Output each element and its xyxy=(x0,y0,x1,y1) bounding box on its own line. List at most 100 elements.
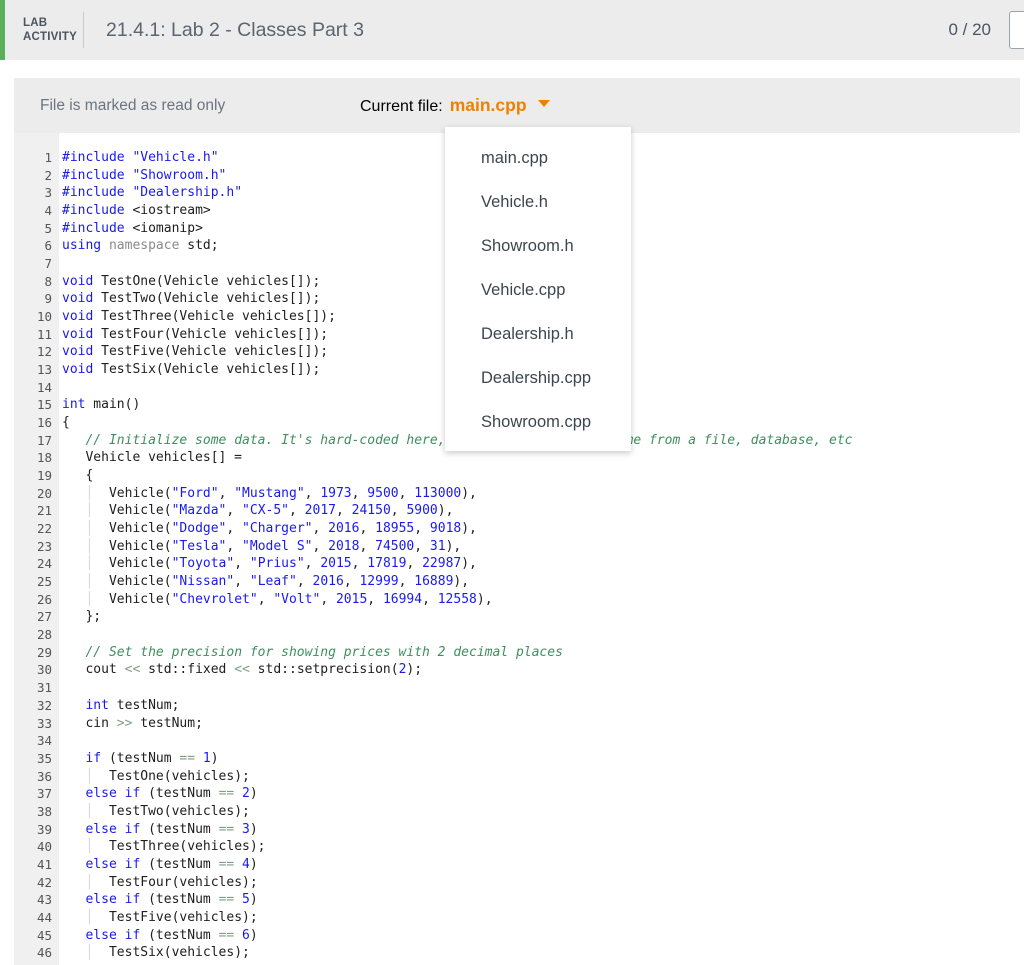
line-number: 3 xyxy=(44,185,52,201)
line-content: │ TestOne(vehicles); xyxy=(85,768,250,784)
line-content: else if (testNum == 2) xyxy=(85,786,258,802)
line-content: else if (testNum == 3) xyxy=(85,821,258,837)
line-content: void TestSix(Vehicle vehicles[]); xyxy=(62,362,321,378)
code-line: 38 │ TestTwo(vehicles); xyxy=(14,803,1020,821)
line-number: 34 xyxy=(36,733,52,749)
line-number: 29 xyxy=(36,644,52,660)
line-number: 22 xyxy=(36,521,52,537)
line-number: 26 xyxy=(36,591,52,607)
line-number: 24 xyxy=(36,556,52,572)
line-content: void TestTwo(Vehicle vehicles[]); xyxy=(62,291,321,307)
line-number: 35 xyxy=(36,750,52,766)
code-line: 29 // Set the precision for showing pric… xyxy=(14,644,1020,662)
line-number: 40 xyxy=(36,839,52,855)
code-line: 36 │ TestOne(vehicles); xyxy=(14,768,1020,786)
dropdown-item-showroom-h[interactable]: Showroom.h xyxy=(445,224,631,268)
line-number: 31 xyxy=(36,680,52,696)
dropdown-item-showroom-cpp[interactable]: Showroom.cpp xyxy=(445,400,631,444)
line-content: │ TestTwo(vehicles); xyxy=(85,803,250,819)
editor-toolbar: File is marked as read only Current file… xyxy=(14,78,1020,133)
code-line: 44 │ TestFive(vehicles); xyxy=(14,909,1020,927)
line-number: 32 xyxy=(36,697,52,713)
lab-badge-line-2: ACTIVITY xyxy=(23,31,77,43)
line-number: 21 xyxy=(36,503,52,519)
line-content: int testNum; xyxy=(85,697,180,713)
line-number: 5 xyxy=(44,220,52,236)
code-line: 45 else if (testNum == 6) xyxy=(14,927,1020,945)
dropdown-item-main-cpp[interactable]: main.cpp xyxy=(445,136,631,180)
line-content: │ Vehicle("Chevrolet", "Volt", 2015, 169… xyxy=(85,591,493,607)
line-content: { xyxy=(62,415,70,431)
line-number: 42 xyxy=(36,874,52,890)
lab-activity-header: LAB ACTIVITY 21.4.1: Lab 2 - Classes Par… xyxy=(0,0,1024,60)
current-file-name: main.cpp xyxy=(449,95,527,115)
line-number: 8 xyxy=(44,273,52,289)
dropdown-item-vehicle-cpp[interactable]: Vehicle.cpp xyxy=(445,268,631,312)
line-content: Vehicle vehicles[] = xyxy=(62,450,243,466)
line-number: 12 xyxy=(36,344,52,360)
lab-badge-line-1: LAB xyxy=(23,17,48,29)
code-line: 34 xyxy=(14,732,1020,750)
code-line: 21 │ Vehicle("Mazda", "CX-5", 2017, 2415… xyxy=(14,502,1020,520)
code-line: 46 │ TestSix(vehicles); xyxy=(14,944,1020,962)
header-action-button[interactable] xyxy=(1009,11,1024,49)
line-content: │ TestThree(vehicles); xyxy=(85,839,266,855)
code-line: 23 │ Vehicle("Tesla", "Model S", 2018, 7… xyxy=(14,538,1020,556)
line-number: 9 xyxy=(44,291,52,307)
code-line: 22 │ Vehicle("Dodge", "Charger", 2016, 1… xyxy=(14,520,1020,538)
dropdown-item-dealership-h[interactable]: Dealership.h xyxy=(445,312,631,356)
line-number: 11 xyxy=(36,326,52,342)
line-content: // Set the precision for showing prices … xyxy=(85,644,563,660)
code-line: 24 │ Vehicle("Toyota", "Prius", 2015, 17… xyxy=(14,555,1020,573)
code-line: 35 if (testNum == 1) xyxy=(14,750,1020,768)
line-number: 27 xyxy=(36,609,52,625)
dropdown-item-vehicle-h[interactable]: Vehicle.h xyxy=(445,180,631,224)
code-line: 39 else if (testNum == 3) xyxy=(14,821,1020,839)
line-content: cin >> testNum; xyxy=(62,715,203,731)
line-number: 1 xyxy=(44,150,52,165)
page-title: 21.4.1: Lab 2 - Classes Part 3 xyxy=(106,18,364,41)
code-line: 31 xyxy=(14,679,1020,697)
line-content: │ TestFour(vehicles); xyxy=(85,874,258,890)
lab-activity-badge: LAB ACTIVITY xyxy=(5,16,83,44)
line-content: │ Vehicle("Toyota", "Prius", 2015, 17819… xyxy=(85,556,477,572)
code-line: 37 else if (testNum == 2) xyxy=(14,785,1020,803)
line-content: using namespace std; xyxy=(62,238,219,254)
line-content: { xyxy=(62,468,94,484)
code-line: 33 cin >> testNum; xyxy=(14,715,1020,733)
line-number: 43 xyxy=(36,892,52,908)
line-number: 46 xyxy=(36,945,52,961)
code-line: 27 }; xyxy=(14,608,1020,626)
line-content: #include <iomanip> xyxy=(62,220,203,236)
line-number: 20 xyxy=(36,485,52,501)
line-number: 6 xyxy=(44,238,52,254)
code-line: 42 │ TestFour(vehicles); xyxy=(14,874,1020,892)
line-content: │ TestSix(vehicles); xyxy=(85,945,250,961)
line-number: 28 xyxy=(36,627,52,643)
line-content: │ Vehicle("Mazda", "CX-5", 2017, 24150, … xyxy=(85,503,454,519)
code-editor-panel: File is marked as read only Current file… xyxy=(14,78,1020,965)
file-dropdown-menu[interactable]: main.cpp Vehicle.h Showroom.h Vehicle.cpp De… xyxy=(445,127,631,451)
dropdown-item-dealership-cpp[interactable]: Dealership.cpp xyxy=(445,356,631,400)
line-number: 41 xyxy=(36,856,52,872)
line-content: │ Vehicle("Nissan", "Leaf", 2016, 12999,… xyxy=(85,574,470,590)
line-content: cout << std::fixed << std::setprecision(… xyxy=(62,662,423,678)
code-line: 20 │ Vehicle("Ford", "Mustang", 1973, 95… xyxy=(14,485,1020,503)
line-number: 44 xyxy=(36,909,52,925)
code-line: 26 │ Vehicle("Chevrolet", "Volt", 2015, … xyxy=(14,591,1020,609)
line-number: 16 xyxy=(36,415,52,431)
line-content: #include "Showroom.h" xyxy=(62,167,227,183)
current-file-selector[interactable]: Current file: main.cpp xyxy=(360,95,550,116)
line-number: 39 xyxy=(36,821,52,837)
line-content: else if (testNum == 6) xyxy=(85,927,258,943)
line-number: 13 xyxy=(36,362,52,378)
line-content: void TestFour(Vehicle vehicles[]); xyxy=(62,326,329,342)
code-line: 32 int testNum; xyxy=(14,697,1020,715)
line-content: #include <iostream> xyxy=(62,203,211,219)
line-number: 30 xyxy=(36,662,52,678)
chevron-down-icon[interactable] xyxy=(537,100,550,107)
line-number: 19 xyxy=(36,468,52,484)
line-number: 10 xyxy=(36,309,52,325)
line-content: }; xyxy=(62,609,102,625)
code-line: 40 │ TestThree(vehicles); xyxy=(14,838,1020,856)
